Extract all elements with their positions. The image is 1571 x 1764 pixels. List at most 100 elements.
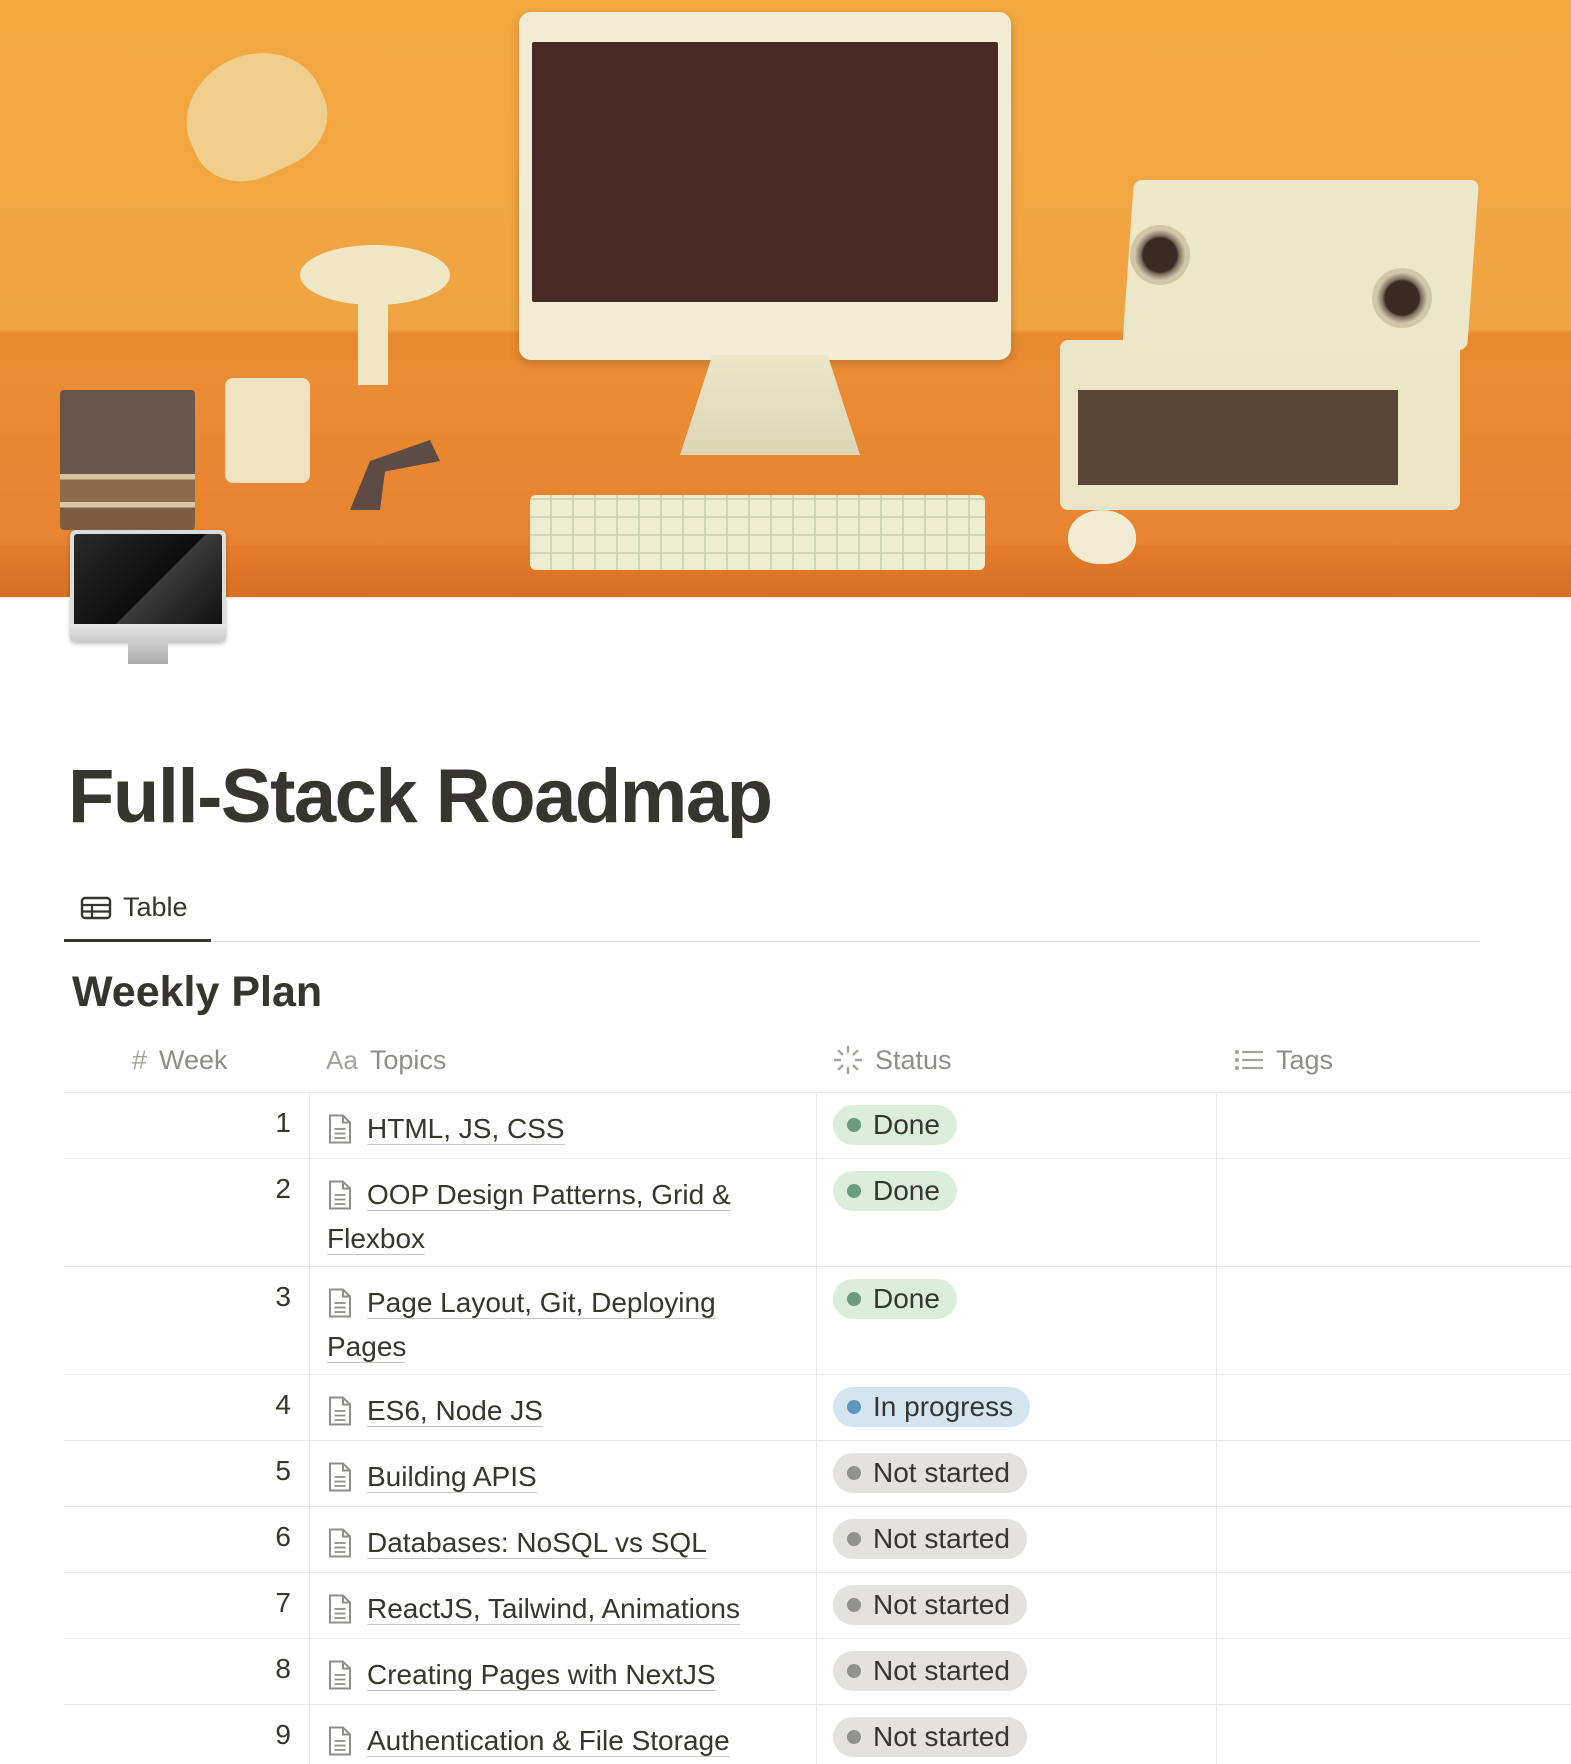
status-dot-icon — [847, 1664, 861, 1678]
table-row[interactable]: 3 Page Layout, Git, Deploying Pages Done — [64, 1267, 1571, 1375]
week-number: 6 — [275, 1521, 291, 1552]
topic-link[interactable]: ReactJS, Tailwind, Animations — [367, 1593, 740, 1625]
cell-status[interactable]: Not started — [817, 1639, 1217, 1704]
topic-link[interactable]: HTML, JS, CSS — [367, 1113, 565, 1145]
cell-status[interactable]: Not started — [817, 1507, 1217, 1572]
status-badge[interactable]: Done — [833, 1171, 957, 1211]
topic-link[interactable]: Databases: NoSQL vs SQL — [367, 1527, 707, 1559]
cell-week[interactable]: 1 — [64, 1093, 310, 1158]
status-label: Not started — [873, 1721, 1010, 1752]
tab-table[interactable]: Table — [64, 876, 211, 942]
page-cover-image[interactable] — [0, 0, 1571, 597]
cell-tags[interactable] — [1217, 1093, 1571, 1158]
cell-tags[interactable] — [1217, 1639, 1571, 1704]
status-label: Done — [873, 1283, 940, 1314]
cell-status[interactable]: In progress — [817, 1375, 1217, 1440]
cell-status[interactable]: Not started — [817, 1573, 1217, 1638]
cell-tags[interactable] — [1217, 1573, 1571, 1638]
status-label: Done — [873, 1175, 940, 1206]
cell-week[interactable]: 9 — [64, 1705, 310, 1764]
page-icon[interactable] — [70, 530, 226, 670]
status-dot-icon — [847, 1292, 861, 1306]
status-badge[interactable]: Not started — [833, 1453, 1027, 1493]
status-badge[interactable]: Not started — [833, 1585, 1027, 1625]
table-row[interactable]: 7 ReactJS, Tailwind, Animations Not starte… — [64, 1573, 1571, 1639]
table-icon — [80, 896, 112, 919]
cell-topic[interactable]: Page Layout, Git, Deploying Pages — [310, 1267, 817, 1374]
status-badge[interactable]: Not started — [833, 1519, 1027, 1559]
cell-topic[interactable]: Building APIS — [310, 1441, 817, 1506]
status-dot-icon — [847, 1400, 861, 1414]
status-badge[interactable]: Done — [833, 1279, 957, 1319]
column-header-topics[interactable]: Aa Topics — [326, 1027, 446, 1093]
cell-week[interactable]: 3 — [64, 1267, 310, 1374]
cell-week[interactable]: 7 — [64, 1573, 310, 1638]
pen-cup-illustration — [225, 378, 310, 483]
week-number: 7 — [275, 1587, 291, 1618]
table-row[interactable]: 9 Authentication & File Storage Not starte… — [64, 1705, 1571, 1764]
status-badge[interactable]: In progress — [833, 1387, 1031, 1427]
page-title[interactable]: Full-Stack Roadmap — [68, 752, 773, 842]
status-badge[interactable]: Not started — [833, 1717, 1027, 1757]
cell-topic[interactable]: Databases: NoSQL vs SQL — [310, 1507, 817, 1572]
cell-week[interactable]: 2 — [64, 1159, 310, 1266]
page-document-icon — [329, 1180, 351, 1210]
cell-tags[interactable] — [1217, 1507, 1571, 1572]
table-row[interactable]: 4 ES6, Node JS In progress — [64, 1375, 1571, 1441]
cell-tags[interactable] — [1217, 1267, 1571, 1374]
cell-topic[interactable]: ReactJS, Tailwind, Animations — [310, 1573, 817, 1638]
list-icon — [1234, 1048, 1264, 1072]
week-number: 8 — [275, 1653, 291, 1684]
table-row[interactable]: 2 OOP Design Patterns, Grid & Flexbox Done — [64, 1159, 1571, 1267]
cell-topic[interactable]: OOP Design Patterns, Grid & Flexbox — [310, 1159, 817, 1266]
cell-tags[interactable] — [1217, 1705, 1571, 1764]
table-row[interactable]: 8 Creating Pages with NextJS Not started — [64, 1639, 1571, 1705]
column-header-week[interactable]: # Week — [132, 1027, 228, 1093]
cell-status[interactable]: Not started — [817, 1441, 1217, 1506]
topic-link[interactable]: Authentication & File Storage — [367, 1725, 730, 1757]
topic-link[interactable]: Building APIS — [367, 1461, 537, 1493]
cell-tags[interactable] — [1217, 1159, 1571, 1266]
cell-topic[interactable]: Creating Pages with NextJS — [310, 1639, 817, 1704]
cell-tags[interactable] — [1217, 1441, 1571, 1506]
cell-status[interactable]: Done — [817, 1093, 1217, 1158]
page-document-icon — [329, 1396, 351, 1426]
cell-topic[interactable]: HTML, JS, CSS — [310, 1093, 817, 1158]
database-title[interactable]: Weekly Plan — [72, 968, 322, 1017]
tab-label: Table — [123, 892, 188, 922]
status-dot-icon — [847, 1118, 861, 1132]
topic-content: HTML, JS, CSS — [327, 1107, 776, 1151]
table-row[interactable]: 5 Building APIS Not started — [64, 1441, 1571, 1507]
topic-link[interactable]: OOP Design Patterns, Grid & Flexbox — [327, 1179, 731, 1255]
column-header-status[interactable]: Status — [833, 1027, 952, 1093]
cell-status[interactable]: Not started — [817, 1705, 1217, 1764]
cell-tags[interactable] — [1217, 1375, 1571, 1440]
status-badge[interactable]: Not started — [833, 1651, 1027, 1691]
cell-week[interactable]: 8 — [64, 1639, 310, 1704]
table-row[interactable]: 6 Databases: NoSQL vs SQL Not started — [64, 1507, 1571, 1573]
status-badge[interactable]: Done — [833, 1105, 957, 1145]
cell-status[interactable]: Done — [817, 1159, 1217, 1266]
cell-week[interactable]: 4 — [64, 1375, 310, 1440]
page-document-icon — [329, 1528, 351, 1558]
cell-topic[interactable]: Authentication & File Storage — [310, 1705, 817, 1764]
cell-topic[interactable]: ES6, Node JS — [310, 1375, 817, 1440]
topic-link[interactable]: Creating Pages with NextJS — [367, 1659, 716, 1691]
column-header-tags[interactable]: Tags — [1234, 1027, 1333, 1093]
cell-week[interactable]: 6 — [64, 1507, 310, 1572]
topic-content: Creating Pages with NextJS — [327, 1653, 776, 1697]
column-label: Status — [875, 1044, 952, 1075]
cell-week[interactable]: 5 — [64, 1441, 310, 1506]
number-icon: # — [132, 1044, 148, 1075]
status-label: Not started — [873, 1457, 1010, 1488]
table-row[interactable]: 1 HTML, JS, CSS Done — [64, 1093, 1571, 1159]
cell-status[interactable]: Done — [817, 1267, 1217, 1374]
status-dot-icon — [847, 1730, 861, 1744]
page-document-icon — [329, 1594, 351, 1624]
side-table-stem — [358, 290, 388, 385]
status-dot-icon — [847, 1466, 861, 1480]
lamp-illustration — [166, 31, 344, 199]
topic-link[interactable]: ES6, Node JS — [367, 1395, 543, 1427]
topic-content: ES6, Node JS — [327, 1389, 776, 1433]
topic-link[interactable]: Page Layout, Git, Deploying Pages — [327, 1287, 716, 1363]
